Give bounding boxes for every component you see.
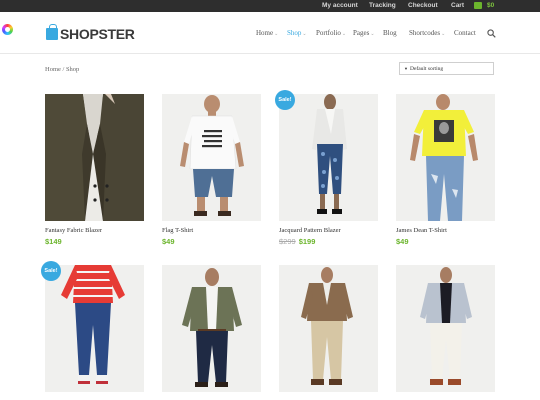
product-price: $149 xyxy=(45,237,62,246)
nav-pages[interactable]: Pages⌄ xyxy=(353,29,375,39)
product-photo xyxy=(279,94,378,221)
product-price: $299 $199 xyxy=(279,237,316,246)
product-image[interactable] xyxy=(45,94,144,221)
checkout-link[interactable]: Checkout xyxy=(408,1,438,10)
search-icon[interactable] xyxy=(487,29,496,38)
tracking-link[interactable]: Tracking xyxy=(369,1,396,10)
product-photo xyxy=(396,94,495,221)
product-photo xyxy=(162,94,261,221)
nav-shop[interactable]: Shop⌄ xyxy=(287,29,307,39)
product-photo xyxy=(396,265,495,392)
cart-icon[interactable] xyxy=(474,2,482,9)
product-image[interactable] xyxy=(279,94,378,221)
product-image[interactable] xyxy=(162,265,261,392)
sale-badge: Sale! xyxy=(41,261,61,281)
sale-badge: Sale! xyxy=(275,90,295,110)
shopping-bag-icon[interactable] xyxy=(46,24,58,40)
product-name[interactable]: Jacquard Pattern Blazer xyxy=(279,227,341,235)
product-image[interactable] xyxy=(279,265,378,392)
product-price: $49 xyxy=(162,237,175,246)
nav-home[interactable]: Home⌄ xyxy=(256,29,278,39)
product-name[interactable]: Flag T-Shirt xyxy=(162,227,193,235)
breadcrumb[interactable]: Home / Shop xyxy=(45,65,79,74)
my-account-link[interactable]: My account xyxy=(322,1,358,10)
nav-shortcodes[interactable]: Shortcodes⌄ xyxy=(409,29,445,39)
cart-total[interactable]: $0 xyxy=(487,1,494,10)
product-price: $49 xyxy=(396,237,409,246)
product-image[interactable] xyxy=(396,265,495,392)
product-image[interactable] xyxy=(162,94,261,221)
product-photo xyxy=(45,94,144,221)
product-photo xyxy=(279,265,378,392)
product-name[interactable]: James Dean T-Shirt xyxy=(396,227,447,235)
cart-link[interactable]: Cart xyxy=(451,1,464,10)
sorting-select[interactable]: ▼ Default sorting xyxy=(399,62,494,75)
site-logo[interactable]: SHOPSTER xyxy=(60,26,135,42)
nav-contact[interactable]: Contact xyxy=(454,29,476,38)
product-name[interactable]: Fantasy Fabric Blazer xyxy=(45,227,102,235)
product-photo xyxy=(162,265,261,392)
product-image[interactable] xyxy=(396,94,495,221)
nav-blog[interactable]: Blog xyxy=(383,29,397,38)
nav-portfolio[interactable]: Portfolio⌄ xyxy=(316,29,346,39)
product-image[interactable] xyxy=(45,265,144,392)
product-photo xyxy=(45,265,144,392)
color-picker-icon[interactable] xyxy=(2,24,13,35)
